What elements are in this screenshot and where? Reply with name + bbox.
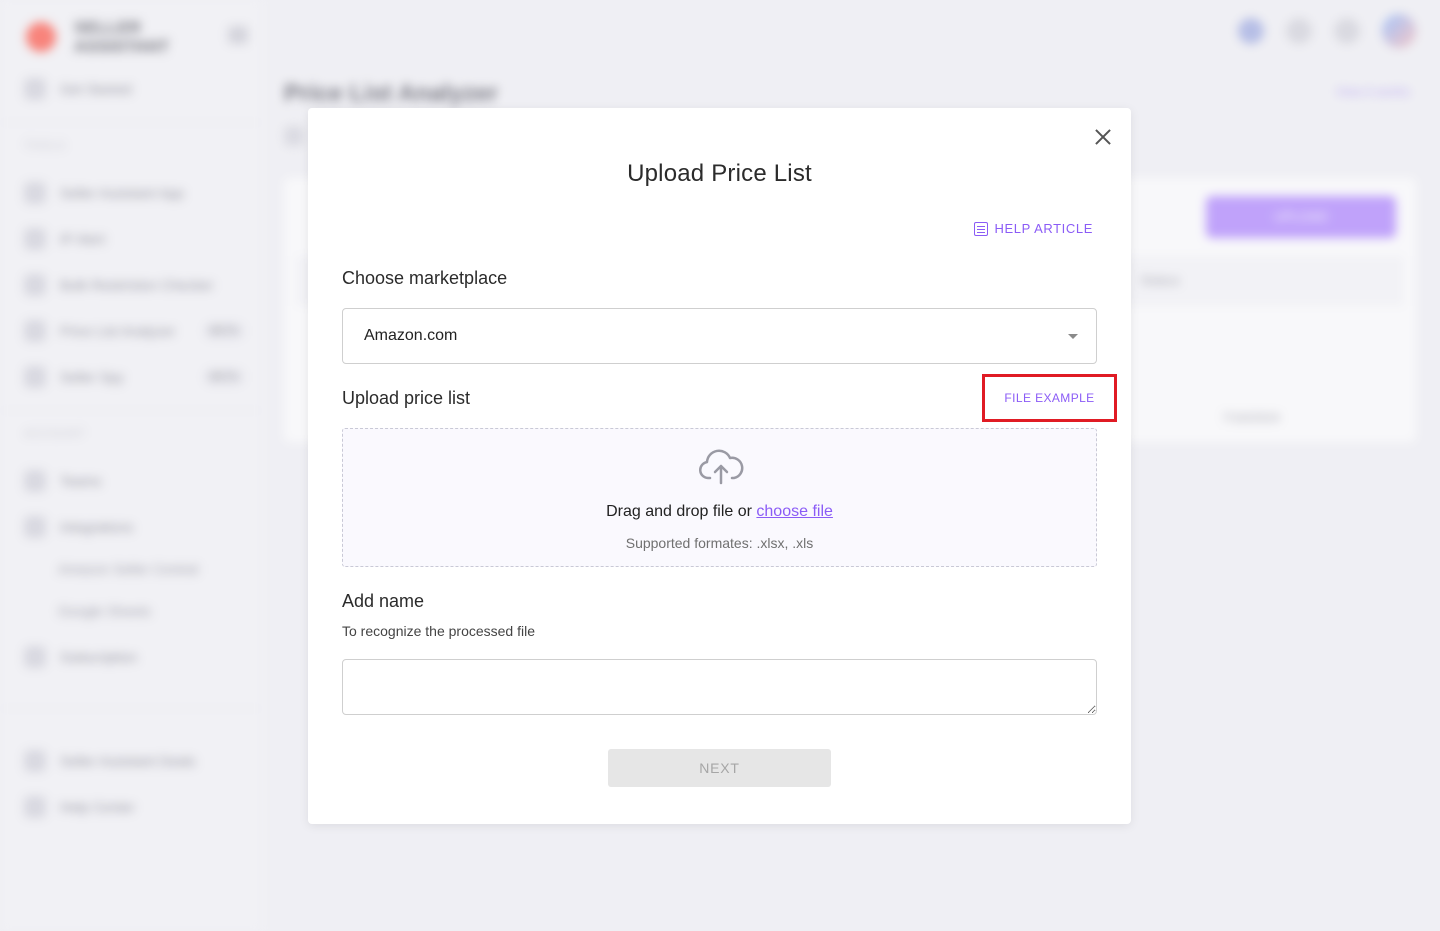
supported-formats: Supported formates: .xlsx, .xls	[625, 535, 814, 551]
name-input[interactable]	[342, 659, 1097, 715]
help-article-label: HELP ARTICLE	[994, 221, 1093, 236]
file-example-link[interactable]: FILE EXAMPLE	[982, 374, 1117, 422]
name-sublabel: To recognize the processed file	[342, 623, 535, 639]
file-dropzone[interactable]: Drag and drop file or choose file Suppor…	[342, 428, 1097, 567]
document-icon	[973, 221, 988, 236]
marketplace-value: Amazon.com	[364, 327, 458, 344]
help-article-link[interactable]: HELP ARTICLE	[973, 221, 1094, 236]
choose-file-link[interactable]: choose file	[756, 503, 833, 520]
drop-instructions: Drag and drop file or choose file	[343, 503, 1096, 521]
drop-text: Drag and drop file or	[606, 503, 757, 520]
marketplace-label: Choose marketplace	[342, 268, 508, 288]
marketplace-select[interactable]: Amazon.com	[342, 308, 1097, 364]
caret-down-icon	[1068, 334, 1078, 339]
next-button[interactable]: NEXT	[608, 749, 831, 787]
upload-price-list-modal: Upload Price List HELP ARTICLE Choose ma…	[308, 108, 1131, 824]
cloud-upload-icon	[699, 449, 744, 485]
name-label: Add name	[342, 591, 425, 611]
upload-label: Upload price list	[342, 388, 471, 408]
close-icon[interactable]	[1092, 126, 1114, 148]
modal-title: Upload Price List	[627, 160, 812, 187]
